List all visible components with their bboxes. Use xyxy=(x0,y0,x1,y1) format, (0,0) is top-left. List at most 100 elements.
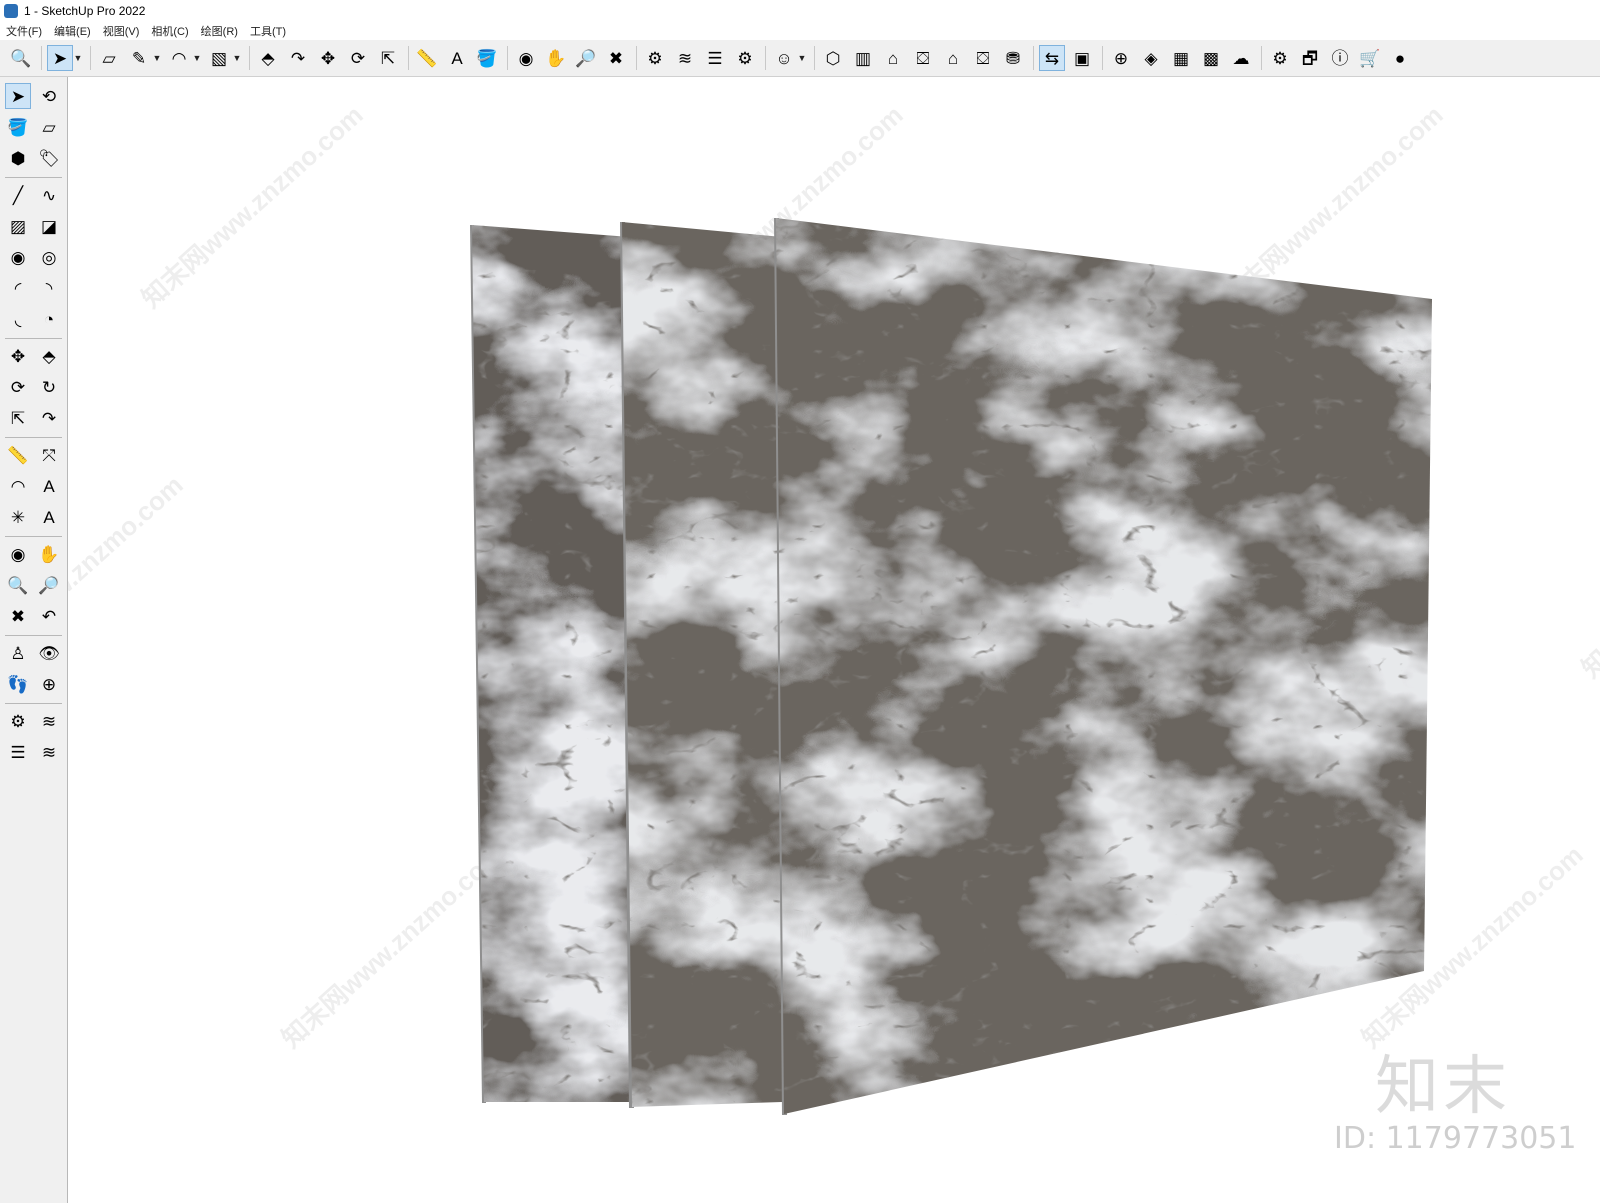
look-around-icon[interactable]: 👁 xyxy=(36,640,62,666)
paint-bucket-icon[interactable]: 🪣 xyxy=(5,114,31,140)
orbit-icon[interactable]: ◉ xyxy=(513,45,539,71)
tag-icon[interactable]: 🏷 xyxy=(36,145,62,171)
tags-icon[interactable]: ≋ xyxy=(36,739,62,765)
lasso-icon[interactable]: ⟲ xyxy=(36,83,62,109)
components-icon[interactable]: ⚙ xyxy=(5,708,31,734)
menu-view[interactable]: 视图(V) xyxy=(97,23,146,39)
add-location-icon[interactable]: ⊕ xyxy=(1108,45,1134,71)
cloud-upload-icon[interactable]: ☁ xyxy=(1228,45,1254,71)
follow-me-icon[interactable]: ↷ xyxy=(285,45,311,71)
settings-icon[interactable]: ⚙ xyxy=(1267,45,1293,71)
menu-file[interactable]: 文件(F) xyxy=(0,23,48,39)
protractor-icon[interactable]: ◠ xyxy=(5,473,31,499)
pan-icon[interactable]: ✋ xyxy=(543,45,569,71)
user-icon[interactable]: ● xyxy=(1387,45,1413,71)
zoom-window-icon[interactable]: 🔎 xyxy=(573,45,599,71)
eraser-icon[interactable]: ▱ xyxy=(96,45,122,71)
geo-location-icon[interactable]: ◈ xyxy=(1138,45,1164,71)
iso-view-icon[interactable]: ⬡ xyxy=(820,45,846,71)
rectangle-icon[interactable]: ▨ xyxy=(5,213,31,239)
sketchup-app-icon xyxy=(4,4,18,18)
front-view-icon[interactable]: ⌂ xyxy=(880,45,906,71)
styles-icon[interactable]: ≋ xyxy=(672,45,698,71)
top-view-icon[interactable]: ▥ xyxy=(850,45,876,71)
circle-icon[interactable]: ◉ xyxy=(5,244,31,270)
pie-icon[interactable]: ◔ xyxy=(36,306,62,332)
rotate-icon[interactable]: ⟳ xyxy=(5,374,31,400)
dimension-icon[interactable]: ⤧ xyxy=(36,442,62,468)
make-component-icon[interactable]: ⬢ xyxy=(5,145,31,171)
brand-logo: 知末 xyxy=(1375,1050,1511,1124)
zoom-extents-icon[interactable]: ✖ xyxy=(5,603,31,629)
select-icon[interactable]: ➤ xyxy=(5,83,31,109)
account-icon[interactable]: ☺ xyxy=(771,45,797,71)
axes-icon[interactable]: ✳ xyxy=(5,504,31,530)
zoom-icon[interactable]: 🔍 xyxy=(5,572,31,598)
walk-icon[interactable]: 👣 xyxy=(5,671,31,697)
toolbar-separator xyxy=(408,46,409,70)
polygon-icon[interactable]: ◎ xyxy=(36,244,62,270)
section-plane-icon[interactable]: ⊕ xyxy=(36,671,62,697)
rotate-icon[interactable]: ⟳ xyxy=(345,45,371,71)
menu-tools[interactable]: 工具(T) xyxy=(244,23,292,39)
offset-icon[interactable]: ↷ xyxy=(36,405,62,431)
menu-edit[interactable]: 编辑(E) xyxy=(48,23,97,39)
marble-slab-front xyxy=(776,218,1432,1114)
sandbox-icon[interactable]: ▦ xyxy=(1168,45,1194,71)
zoom-icon[interactable]: 🔍 xyxy=(8,45,34,71)
styles-icon[interactable]: ≋ xyxy=(36,708,62,734)
dialog-icon[interactable]: 🗗 xyxy=(1297,45,1323,71)
rectangle-icon[interactable]: ▧ xyxy=(206,45,232,71)
previous-view-icon[interactable]: ↶ xyxy=(36,603,62,629)
line-icon[interactable]: ╱ xyxy=(5,182,31,208)
drawing-viewport[interactable]: 知末网www.znzmo.com 知末网www.znzmo.com 知末网www.z… xyxy=(68,77,1600,1203)
info-icon[interactable]: ⓘ xyxy=(1327,45,1353,71)
chevron-down-icon[interactable]: ▼ xyxy=(73,45,83,71)
chevron-down-icon[interactable]: ▼ xyxy=(152,45,162,71)
push-pull-icon[interactable]: ⬘ xyxy=(36,343,62,369)
layers-icon[interactable]: ☰ xyxy=(5,739,31,765)
zoom-window-icon[interactable]: 🔎 xyxy=(36,572,62,598)
text-icon[interactable]: A xyxy=(36,473,62,499)
share-model-icon[interactable]: ⇆ xyxy=(1039,45,1065,71)
tape-measure-icon[interactable]: 📏 xyxy=(5,442,31,468)
left-view-icon[interactable]: ⛋ xyxy=(970,45,996,71)
follow-me-icon[interactable]: ↻ xyxy=(36,374,62,400)
three-point-arc-icon[interactable]: ◟ xyxy=(5,306,31,332)
zoom-extents-icon[interactable]: ✖ xyxy=(603,45,629,71)
tags-icon[interactable]: ⚙ xyxy=(732,45,758,71)
cart-icon[interactable]: 🛒 xyxy=(1357,45,1383,71)
freehand-icon[interactable]: ∿ xyxy=(36,182,62,208)
right-view-icon[interactable]: ⛋ xyxy=(910,45,936,71)
back-view-icon[interactable]: ⌂ xyxy=(940,45,966,71)
menu-camera[interactable]: 相机(C) xyxy=(145,23,194,39)
position-camera-icon[interactable]: ♙ xyxy=(5,640,31,666)
chevron-down-icon[interactable]: ▼ xyxy=(797,45,807,71)
rotated-rect-icon[interactable]: ◪ xyxy=(36,213,62,239)
scale-icon[interactable]: ⇱ xyxy=(5,405,31,431)
pan-icon[interactable]: ✋ xyxy=(36,541,62,567)
two-point-arc-icon[interactable]: ◝ xyxy=(36,275,62,301)
move-icon[interactable]: ✥ xyxy=(5,343,31,369)
chevron-down-icon[interactable]: ▼ xyxy=(192,45,202,71)
arc-icon[interactable]: ◜ xyxy=(5,275,31,301)
tape-measure-icon[interactable]: 📏 xyxy=(414,45,440,71)
menu-draw[interactable]: 绘图(R) xyxy=(195,23,244,39)
3d-text-icon[interactable]: A xyxy=(36,504,62,530)
texture-icon[interactable]: ▩ xyxy=(1198,45,1224,71)
arc-icon[interactable]: ◠ xyxy=(166,45,192,71)
select-icon[interactable]: ➤ xyxy=(47,45,73,71)
pencil-icon[interactable]: ✎ xyxy=(126,45,152,71)
components-icon[interactable]: ⚙ xyxy=(642,45,668,71)
extension-icon[interactable]: ▣ xyxy=(1069,45,1095,71)
orbit-icon[interactable]: ◉ xyxy=(5,541,31,567)
push-pull-icon[interactable]: ⬘ xyxy=(255,45,281,71)
layers-icon[interactable]: ☰ xyxy=(702,45,728,71)
text-icon[interactable]: A xyxy=(444,45,470,71)
chevron-down-icon[interactable]: ▼ xyxy=(232,45,242,71)
scale-icon[interactable]: ⇱ xyxy=(375,45,401,71)
move-icon[interactable]: ✥ xyxy=(315,45,341,71)
eraser-icon[interactable]: ▱ xyxy=(36,114,62,140)
paint-bucket-icon[interactable]: 🪣 xyxy=(474,45,500,71)
warehouse-icon[interactable]: ⛃ xyxy=(1000,45,1026,71)
